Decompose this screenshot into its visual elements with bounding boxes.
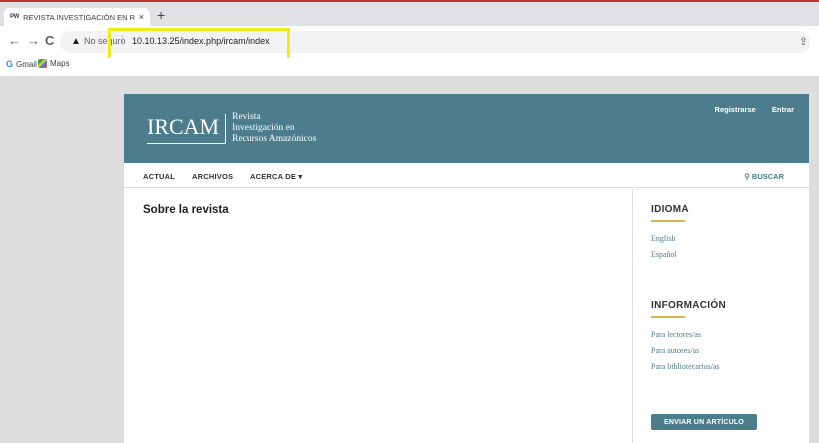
logo-subtitle-line: Investigación en	[232, 123, 295, 133]
bookmark-maps[interactable]: Maps	[38, 59, 70, 68]
share-icon[interactable]: ⇪	[799, 35, 808, 48]
search-link[interactable]: ⚲ BUSCAR	[744, 172, 784, 181]
main-content: Sobre la revista	[124, 189, 633, 443]
search-icon: ⚲	[744, 172, 750, 181]
bookmark-label: Gmail	[16, 59, 37, 69]
logo-subtitle-line: Revista	[232, 112, 261, 122]
warning-icon: ▲	[71, 36, 81, 47]
info-librarians-link[interactable]: Para bibliotecarios/as	[651, 362, 720, 371]
address-bar[interactable]: ▲ No seguro | 10.10.13.25/index.php/irca…	[60, 31, 810, 53]
logo-subtitle: Revista Investigación en Recursos Amazón…	[226, 112, 316, 145]
close-tab-icon[interactable]: ×	[139, 12, 144, 22]
nav-item-archivos[interactable]: ARCHIVOS	[192, 172, 233, 181]
browser-tab[interactable]: PW REVISTA INVESTIGACIÓN EN RE ×	[4, 8, 150, 26]
journal-site: IRCAM Revista Investigación en Recursos …	[124, 94, 809, 443]
language-english-link[interactable]: English	[651, 234, 675, 243]
sidebar: IDIOMA English Español INFORMACIÓN Para …	[634, 189, 809, 443]
info-block-title: INFORMACIÓN	[651, 300, 726, 311]
login-link[interactable]: Entrar	[772, 105, 794, 114]
bookmarks-bar: G Gmail Maps	[0, 58, 819, 72]
nav-item-acerca-de[interactable]: ACERCA DE ▾	[250, 172, 302, 181]
language-block-title: IDIOMA	[651, 204, 689, 215]
address-separator: |	[121, 34, 124, 46]
site-logo[interactable]: IRCAM Revista Investigación en Recursos …	[147, 112, 316, 145]
bookmark-label: Maps	[50, 59, 70, 68]
nav-item-actual[interactable]: ACTUAL	[143, 172, 175, 181]
browser-toolbar: ← → C ▲ No seguro | 10.10.13.25/index.ph…	[0, 26, 819, 58]
submit-article-button[interactable]: ENVIAR UN ARTÍCULO	[651, 414, 757, 430]
security-status[interactable]: No seguro	[84, 36, 126, 46]
back-button[interactable]: ←	[8, 33, 21, 49]
info-readers-link[interactable]: Para lectores/as	[651, 330, 701, 339]
title-underline	[651, 316, 685, 318]
info-authors-link[interactable]: Para autores/as	[651, 346, 699, 355]
page-title: Sobre la revista	[143, 204, 229, 216]
tab-strip: PW REVISTA INVESTIGACIÓN EN RE × +	[0, 2, 819, 26]
gmail-icon: G	[6, 59, 14, 69]
logo-title: IRCAM	[147, 113, 227, 144]
register-link[interactable]: Registrarse	[715, 105, 756, 114]
user-nav: Registrarse Entrar	[701, 105, 794, 114]
forward-button[interactable]: →	[27, 33, 40, 49]
language-spanish-link[interactable]: Español	[651, 250, 677, 259]
primary-nav: ACTUAL ARCHIVOS ACERCA DE ▾ ⚲ BUSCAR	[124, 163, 809, 188]
logo-subtitle-line: Recursos Amazónicos	[232, 134, 317, 144]
title-underline	[651, 220, 685, 222]
page-viewport: IRCAM Revista Investigación en Recursos …	[0, 76, 819, 443]
reload-button[interactable]: C	[45, 33, 54, 49]
maps-icon	[38, 59, 47, 68]
site-favicon-icon: PW	[10, 14, 20, 20]
search-label: BUSCAR	[751, 172, 784, 181]
url-text[interactable]: 10.10.13.25/index.php/ircam/index	[132, 36, 270, 46]
site-header: IRCAM Revista Investigación en Recursos …	[124, 94, 809, 163]
tab-title: REVISTA INVESTIGACIÓN EN RE	[23, 12, 135, 22]
bookmark-gmail[interactable]: G Gmail	[6, 59, 37, 69]
new-tab-button[interactable]: +	[157, 8, 165, 22]
